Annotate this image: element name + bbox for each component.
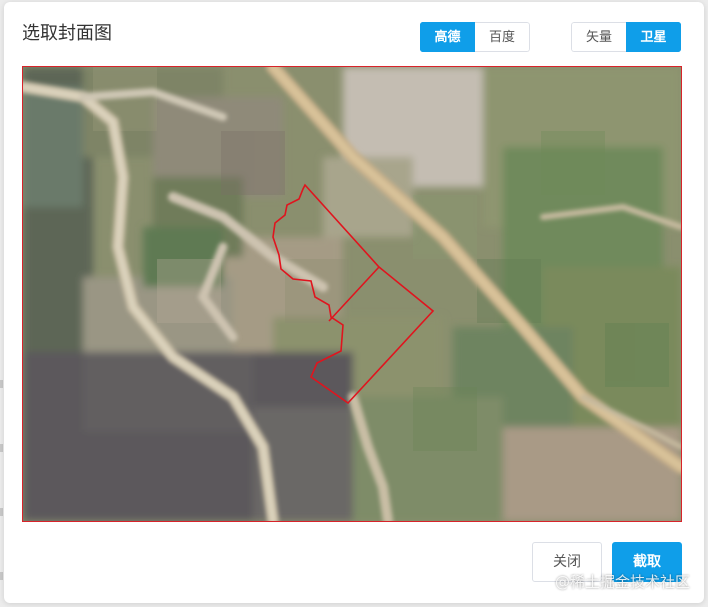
page-edge-mark (0, 508, 3, 516)
satellite-map[interactable] (22, 66, 682, 522)
cover-picker-dialog: 选取封面图 高德 百度 矢量 卫星 关闭 截取 @稀土掘金技术社区 (4, 2, 704, 603)
page-edge-mark (0, 380, 3, 388)
source-amap-button[interactable]: 高德 (420, 22, 475, 52)
type-satellite-button[interactable]: 卫星 (626, 22, 681, 52)
dialog-title: 选取封面图 (22, 23, 112, 44)
map-type-toggle: 矢量 卫星 (571, 22, 681, 52)
satellite-imagery (23, 67, 681, 521)
type-vector-button[interactable]: 矢量 (571, 22, 626, 52)
page-edge-mark (0, 444, 3, 452)
map-source-toggle: 高德 百度 (420, 22, 530, 52)
page-edge-mark (0, 572, 3, 580)
source-baidu-button[interactable]: 百度 (475, 22, 530, 52)
site-watermark: @稀土掘金技术社区 (554, 573, 690, 591)
